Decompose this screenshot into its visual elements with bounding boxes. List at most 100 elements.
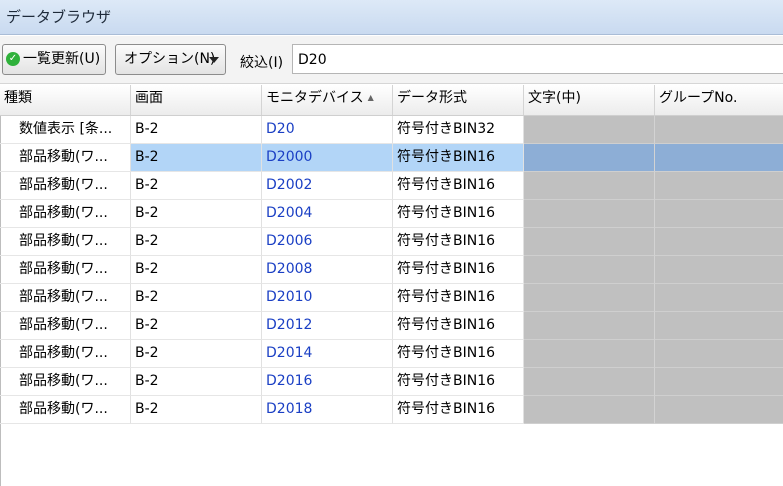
window-title: データブラウザ [0, 0, 783, 35]
cell-kind[interactable]: 部品移動(ワ... [0, 172, 131, 200]
options-dropdown-button[interactable]: オプション(N) [115, 44, 226, 75]
cell-device[interactable]: D2008 [262, 256, 393, 284]
cell-text [524, 144, 655, 172]
cell-screen[interactable]: B-2 [131, 144, 262, 172]
cell-kind[interactable]: 部品移動(ワ... [0, 144, 131, 172]
cell-format[interactable]: 符号付きBIN16 [393, 312, 524, 340]
data-grid: 数値表示 [条... B-2 D20 符号付きBIN32 部品移動(ワ... B… [0, 116, 783, 424]
cell-group [655, 284, 783, 312]
cell-format[interactable]: 符号付きBIN16 [393, 200, 524, 228]
column-header-screen[interactable]: 画面 [131, 85, 262, 115]
cell-device[interactable]: D2014 [262, 340, 393, 368]
cell-kind[interactable]: 部品移動(ワ... [0, 396, 131, 424]
cell-kind[interactable]: 部品移動(ワ... [0, 200, 131, 228]
cell-group [655, 340, 783, 368]
toolbar: ✓ 一覧更新(U) オプション(N) 絞込(I) [0, 36, 783, 84]
cell-group [655, 368, 783, 396]
cell-kind[interactable]: 部品移動(ワ... [0, 228, 131, 256]
cell-device[interactable]: D2010 [262, 284, 393, 312]
table-row[interactable]: 部品移動(ワ... B-2 D2016 符号付きBIN16 [0, 368, 783, 396]
cell-format[interactable]: 符号付きBIN16 [393, 396, 524, 424]
column-header-data-format[interactable]: データ形式 [393, 85, 524, 115]
cell-text [524, 200, 655, 228]
sort-ascending-icon: ▲ [367, 93, 374, 102]
cell-device[interactable]: D2002 [262, 172, 393, 200]
cell-screen[interactable]: B-2 [131, 284, 262, 312]
cell-device[interactable]: D2018 [262, 396, 393, 424]
table-row[interactable]: 部品移動(ワ... B-2 D2010 符号付きBIN16 [0, 284, 783, 312]
column-header-monitor-device[interactable]: モニタデバイス ▲ [262, 85, 393, 115]
cell-group [655, 228, 783, 256]
column-header-label: 文字(中) [528, 90, 581, 106]
cell-group [655, 256, 783, 284]
table-row[interactable]: 部品移動(ワ... B-2 D2012 符号付きBIN16 [0, 312, 783, 340]
column-header-label: データ形式 [397, 90, 467, 106]
cell-screen[interactable]: B-2 [131, 396, 262, 424]
cell-format[interactable]: 符号付きBIN16 [393, 228, 524, 256]
column-header-label: 画面 [135, 90, 163, 106]
cell-text [524, 312, 655, 340]
table-row[interactable]: 部品移動(ワ... B-2 D2006 符号付きBIN16 [0, 228, 783, 256]
cell-screen[interactable]: B-2 [131, 116, 262, 144]
cell-format[interactable]: 符号付きBIN32 [393, 116, 524, 144]
cell-kind[interactable]: 数値表示 [条... [0, 116, 131, 144]
cell-format[interactable]: 符号付きBIN16 [393, 368, 524, 396]
column-header-group-no[interactable]: グループNo. [655, 85, 783, 115]
cell-device[interactable]: D2004 [262, 200, 393, 228]
cell-group [655, 116, 783, 144]
cell-format[interactable]: 符号付きBIN16 [393, 284, 524, 312]
column-header-label: モニタデバイス [266, 90, 364, 106]
table-row[interactable]: 部品移動(ワ... B-2 D2018 符号付きBIN16 [0, 396, 783, 424]
cell-device[interactable]: D2012 [262, 312, 393, 340]
cell-kind[interactable]: 部品移動(ワ... [0, 340, 131, 368]
cell-kind[interactable]: 部品移動(ワ... [0, 256, 131, 284]
cell-text [524, 172, 655, 200]
table-row[interactable]: 部品移動(ワ... B-2 D2002 符号付きBIN16 [0, 172, 783, 200]
cell-kind[interactable]: 部品移動(ワ... [0, 284, 131, 312]
green-check-icon: ✓ [6, 52, 20, 66]
filter-input[interactable] [292, 44, 783, 74]
table-row-selected[interactable]: 部品移動(ワ... B-2 D2000 符号付きBIN16 [0, 144, 783, 172]
cell-text [524, 368, 655, 396]
refresh-list-label: 一覧更新(U) [23, 51, 101, 67]
cell-text [524, 396, 655, 424]
table-row[interactable]: 部品移動(ワ... B-2 D2014 符号付きBIN16 [0, 340, 783, 368]
cell-device[interactable]: D20 [262, 116, 393, 144]
grid-header: 種類 画面 モニタデバイス ▲ データ形式 文字(中) グループNo. [0, 85, 783, 116]
cell-group [655, 200, 783, 228]
cell-device[interactable]: D2000 [262, 144, 393, 172]
cell-screen[interactable]: B-2 [131, 340, 262, 368]
cell-text [524, 256, 655, 284]
cell-screen[interactable]: B-2 [131, 228, 262, 256]
table-row[interactable]: 数値表示 [条... B-2 D20 符号付きBIN32 [0, 116, 783, 144]
cell-screen[interactable]: B-2 [131, 200, 262, 228]
options-label: オプション(N) [124, 51, 216, 67]
column-header-kind[interactable]: 種類 [0, 85, 131, 115]
refresh-list-button[interactable]: ✓ 一覧更新(U) [2, 44, 106, 75]
cell-text [524, 116, 655, 144]
cell-group [655, 144, 783, 172]
column-header-text-medium[interactable]: 文字(中) [524, 85, 655, 115]
filter-label: 絞込(I) [240, 55, 284, 71]
cell-format[interactable]: 符号付きBIN16 [393, 340, 524, 368]
cell-kind[interactable]: 部品移動(ワ... [0, 312, 131, 340]
dropdown-arrow-icon [209, 57, 219, 63]
cell-screen[interactable]: B-2 [131, 312, 262, 340]
cell-text [524, 284, 655, 312]
cell-format[interactable]: 符号付きBIN16 [393, 172, 524, 200]
cell-format[interactable]: 符号付きBIN16 [393, 256, 524, 284]
cell-group [655, 172, 783, 200]
cell-kind[interactable]: 部品移動(ワ... [0, 368, 131, 396]
cell-format[interactable]: 符号付きBIN16 [393, 144, 524, 172]
table-row[interactable]: 部品移動(ワ... B-2 D2004 符号付きBIN16 [0, 200, 783, 228]
cell-group [655, 312, 783, 340]
table-row[interactable]: 部品移動(ワ... B-2 D2008 符号付きBIN16 [0, 256, 783, 284]
cell-screen[interactable]: B-2 [131, 172, 262, 200]
cell-screen[interactable]: B-2 [131, 256, 262, 284]
cell-device[interactable]: D2016 [262, 368, 393, 396]
column-header-label: グループNo. [659, 90, 738, 106]
cell-group [655, 396, 783, 424]
cell-text [524, 228, 655, 256]
cell-device[interactable]: D2006 [262, 228, 393, 256]
cell-screen[interactable]: B-2 [131, 368, 262, 396]
